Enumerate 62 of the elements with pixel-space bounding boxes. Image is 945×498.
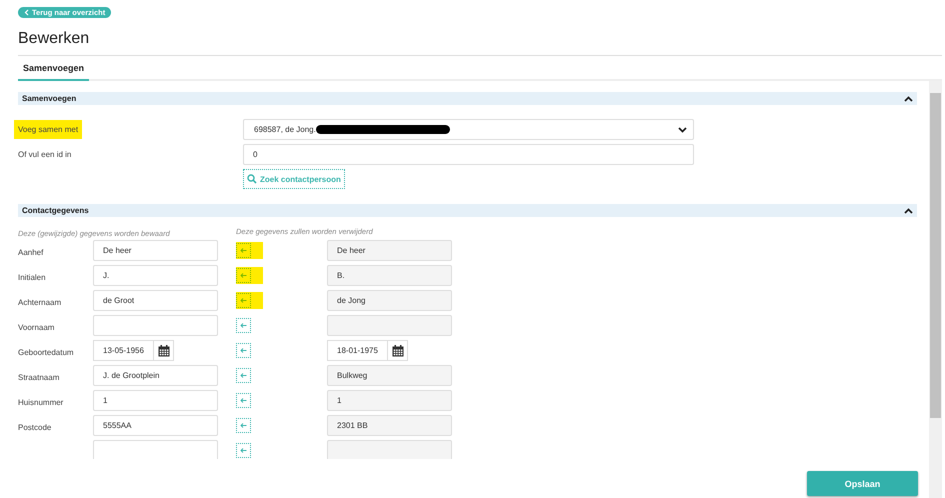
- field-label: Achternaam: [18, 298, 62, 306]
- field-label: Geboortedatum: [18, 348, 74, 356]
- date-field[interactable]: 18-01-1975: [327, 340, 387, 361]
- id-input-field[interactable]: 0: [243, 144, 694, 165]
- field-label: Initialen: [18, 272, 46, 282]
- search-icon: [247, 174, 257, 184]
- arrow-left-icon: [240, 373, 247, 378]
- input-field[interactable]: De heer: [93, 240, 218, 261]
- readonly-field: 2301 BB: [327, 415, 452, 436]
- chevron-up-icon[interactable]: [904, 208, 913, 214]
- section-header[interactable]: Contactgegevens: [18, 204, 917, 217]
- copy-arrow-button[interactable]: [236, 368, 252, 384]
- scrollbar[interactable]: [929, 81, 942, 498]
- readonly-field: de Jong: [327, 290, 452, 311]
- arrow-left-icon: [240, 348, 247, 353]
- field-label: Huisnummer: [18, 398, 64, 406]
- field-label: Aanhef: [18, 248, 44, 256]
- calendar-button[interactable]: [387, 340, 408, 361]
- calendar-button[interactable]: [153, 340, 174, 361]
- section-header[interactable]: Samenvoegen: [18, 92, 917, 105]
- input-field[interactable]: [93, 440, 218, 459]
- arrow-left-icon: [240, 298, 247, 303]
- field-label: Voeg samen met: [14, 120, 82, 139]
- copy-arrow-button[interactable]: [236, 318, 252, 334]
- chevron-down-icon[interactable]: [678, 126, 687, 132]
- calendar-icon: [158, 344, 170, 356]
- arrow-left-icon: [240, 323, 247, 328]
- copy-arrow-button[interactable]: [236, 392, 252, 408]
- input-field[interactable]: J.: [93, 265, 218, 286]
- chevron-left-icon: [24, 9, 29, 16]
- copy-arrow-button[interactable]: [236, 418, 252, 434]
- calendar-icon: [392, 344, 404, 356]
- arrow-left-icon: [240, 248, 247, 253]
- field-label: Straatnaam: [18, 372, 60, 382]
- input-field[interactable]: 1: [93, 390, 218, 411]
- readonly-field: Bulkweg: [327, 365, 452, 386]
- readonly-field: De heer: [327, 240, 452, 261]
- copy-arrow-button[interactable]: [236, 292, 263, 309]
- arrow-left-icon: [240, 423, 247, 428]
- input-field[interactable]: J. de Grootplein: [93, 365, 218, 386]
- field-label: Of vul een id in: [18, 150, 72, 159]
- chevron-up-icon[interactable]: [904, 96, 913, 102]
- field-label: Voornaam: [18, 322, 54, 332]
- tab[interactable]: Samenvoegen: [18, 56, 90, 81]
- readonly-field: B.: [327, 265, 452, 286]
- readonly-field: 1: [327, 390, 452, 411]
- contact-select[interactable]: 698587, de Jong.: [243, 119, 694, 140]
- copy-arrow-button[interactable]: [236, 267, 263, 284]
- input-field[interactable]: [93, 315, 218, 336]
- page-title: Bewerken: [18, 30, 90, 49]
- section-title: Contactgegevens: [22, 206, 89, 215]
- copy-arrow-button[interactable]: [236, 342, 252, 358]
- date-field[interactable]: 13-05-1956: [93, 340, 153, 361]
- input-field[interactable]: de Groot: [93, 290, 218, 311]
- arrow-left-icon: [240, 448, 247, 453]
- arrow-left-icon: [240, 273, 247, 278]
- input-field[interactable]: 5555AA: [93, 415, 218, 436]
- arrow-left-icon: [240, 398, 247, 403]
- field-label: Postcode: [18, 422, 52, 432]
- copy-arrow-button[interactable]: [236, 242, 263, 259]
- copy-arrow-button[interactable]: [236, 442, 252, 458]
- section-title: Samenvoegen: [22, 94, 76, 103]
